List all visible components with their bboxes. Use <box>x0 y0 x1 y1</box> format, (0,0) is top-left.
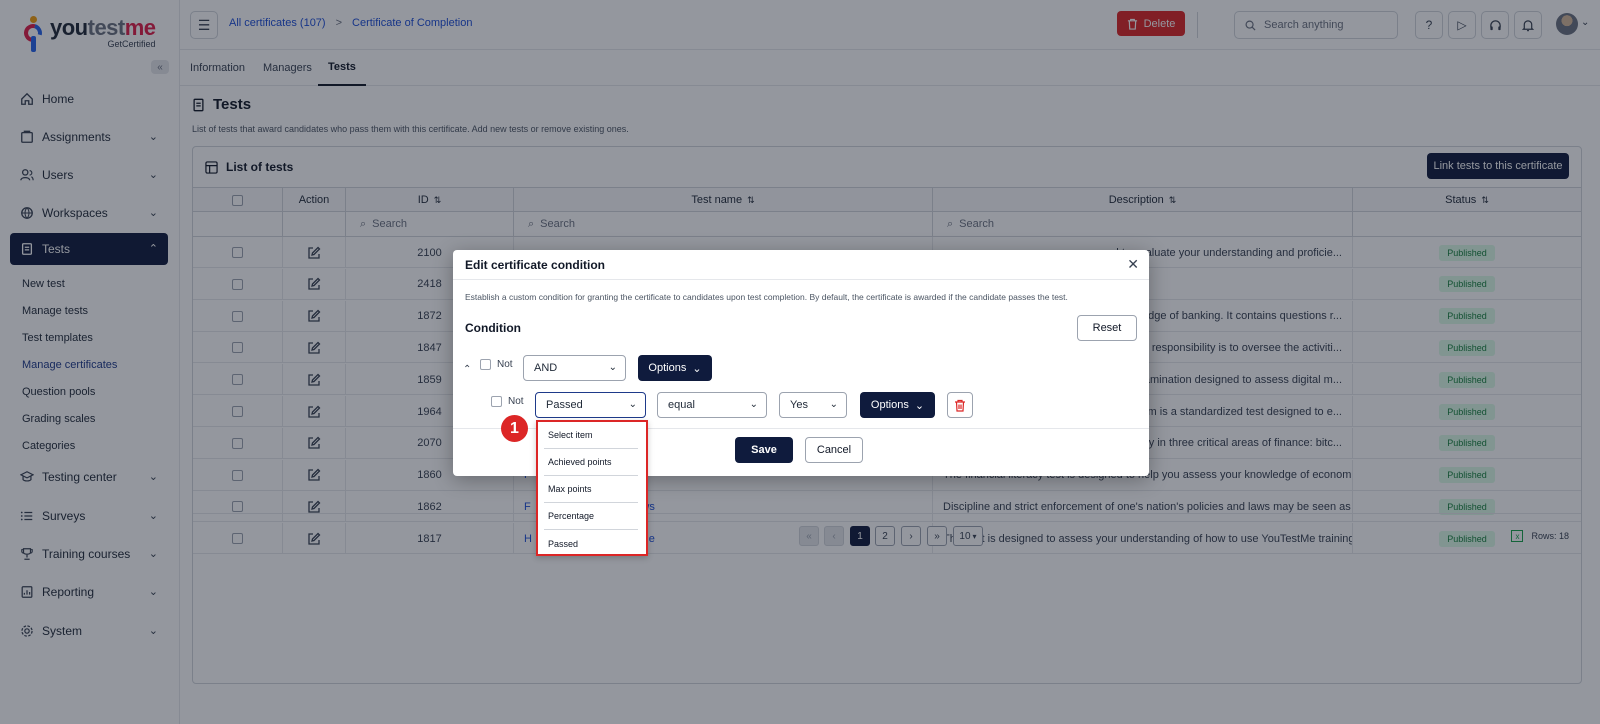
chevron-down-icon: ⌄ <box>829 399 838 410</box>
options-label: Options <box>870 399 909 411</box>
dropdown-option-passed[interactable]: Passed <box>544 530 638 557</box>
chevron-down-icon: ⌄ <box>692 362 702 375</box>
reset-button[interactable]: Reset <box>1077 315 1137 341</box>
field-select[interactable]: Passed ⌄ <box>535 392 646 418</box>
comparator-select[interactable]: equal ⌄ <box>657 392 767 418</box>
field-dropdown-menu: Select item Achieved points Max points P… <box>536 420 648 556</box>
chevron-down-icon: ⌄ <box>749 399 758 410</box>
save-button[interactable]: Save <box>735 437 793 463</box>
trash-icon <box>955 399 965 412</box>
not-toggle-rule: Not <box>491 396 524 407</box>
rule-options-button[interactable]: Options ⌄ <box>860 392 935 418</box>
not-label: Not <box>508 396 524 407</box>
dropdown-option-achieved-points[interactable]: Achieved points <box>544 449 638 476</box>
not-toggle-group: Not <box>480 359 513 370</box>
chevron-down-icon: ⌄ <box>628 399 637 410</box>
value-value: Yes <box>790 399 808 411</box>
chevron-down-icon: ⌄ <box>914 399 925 412</box>
chevron-down-icon: ⌄ <box>608 362 617 373</box>
collapse-group-icon[interactable]: ⌃ <box>463 364 471 375</box>
dropdown-option-percentage[interactable]: Percentage <box>544 503 638 530</box>
dialog-description: Establish a custom condition for grantin… <box>465 292 1068 302</box>
operator-select[interactable]: AND ⌄ <box>523 355 626 381</box>
delete-rule-button[interactable] <box>947 392 973 418</box>
operator-value: AND <box>534 362 558 374</box>
not-label: Not <box>497 359 513 370</box>
value-select[interactable]: Yes ⌄ <box>779 392 847 418</box>
dropdown-option-select-item[interactable]: Select item <box>544 422 638 449</box>
group-options-button[interactable]: Options ⌄ <box>638 355 712 381</box>
condition-heading: Condition <box>465 321 521 335</box>
options-label: Options <box>648 362 687 374</box>
field-value: Passed <box>546 399 583 411</box>
close-icon[interactable]: ✕ <box>1127 256 1139 273</box>
comparator-value: equal <box>668 399 695 411</box>
not-checkbox-group[interactable] <box>480 359 491 370</box>
cancel-button[interactable]: Cancel <box>805 437 863 463</box>
step-badge: 1 <box>501 415 528 442</box>
dialog-title: Edit certificate condition <box>465 258 606 272</box>
dialog-header: Edit certificate condition ✕ <box>453 250 1149 280</box>
dropdown-option-max-points[interactable]: Max points <box>544 476 638 503</box>
not-checkbox-rule[interactable] <box>491 396 502 407</box>
